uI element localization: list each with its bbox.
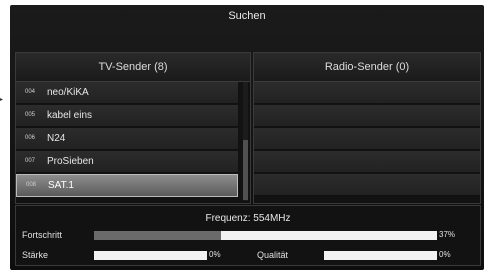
scan-info-panel: Frequenz: 554MHz Fortschritt 37% Stärke … (15, 205, 481, 266)
empty-row (254, 82, 480, 104)
channel-row-008-selected[interactable]: 008 SAT.1 (16, 174, 238, 197)
channel-row-007[interactable]: 007 ProSieben (16, 151, 238, 173)
strength-label: Stärke (22, 250, 49, 260)
page-title: Suchen (228, 10, 266, 22)
quality-bar (324, 251, 437, 260)
channel-row-004[interactable]: 004 neo/KiKA (16, 82, 238, 104)
progress-bar-fill (94, 231, 221, 240)
empty-row (254, 174, 480, 196)
channel-number: 006 (25, 135, 36, 142)
empty-row (254, 128, 480, 150)
scrollbar-thumb[interactable] (243, 140, 248, 200)
progress-bar (94, 231, 437, 240)
channel-name: ProSieben (47, 156, 94, 168)
strength-percent: 0% (209, 250, 221, 259)
channel-name: SAT.1 (48, 180, 74, 192)
tv-channel-panel: TV-Sender (8) 004 neo/KiKA 005 kabel eins … (15, 52, 251, 204)
radio-panel-header: Radio-Sender (0) (254, 53, 480, 82)
quality-label: Qualität (257, 250, 289, 260)
tv-screen: Suchen TV-Sender (8) 004 neo/KiKA 005 kabe… (10, 5, 484, 270)
empty-row (254, 151, 480, 173)
channel-list-scrollbar[interactable] (243, 82, 248, 201)
channel-row-006[interactable]: 006 N24 (16, 128, 238, 150)
channel-number: 007 (25, 158, 36, 165)
strength-bar (94, 251, 207, 260)
empty-row (254, 105, 480, 127)
quality-percent: 0% (439, 250, 451, 259)
channel-name: N24 (47, 133, 66, 145)
radio-channel-panel: Radio-Sender (0) (253, 52, 481, 204)
channel-row-005[interactable]: 005 kabel eins (16, 105, 238, 127)
channel-name: neo/KiKA (47, 87, 89, 99)
channel-number: 004 (25, 89, 36, 96)
pointer-marker: ▸ (0, 97, 4, 103)
tv-panel-header: TV-Sender (8) (16, 53, 250, 82)
progress-label: Fortschritt (22, 230, 63, 240)
channel-name: kabel eins (47, 110, 93, 122)
channel-number: 005 (25, 112, 36, 119)
frequency-readout: Frequenz: 554MHz (205, 213, 291, 224)
channel-number: 008 (26, 182, 37, 189)
progress-percent: 37% (439, 230, 456, 239)
